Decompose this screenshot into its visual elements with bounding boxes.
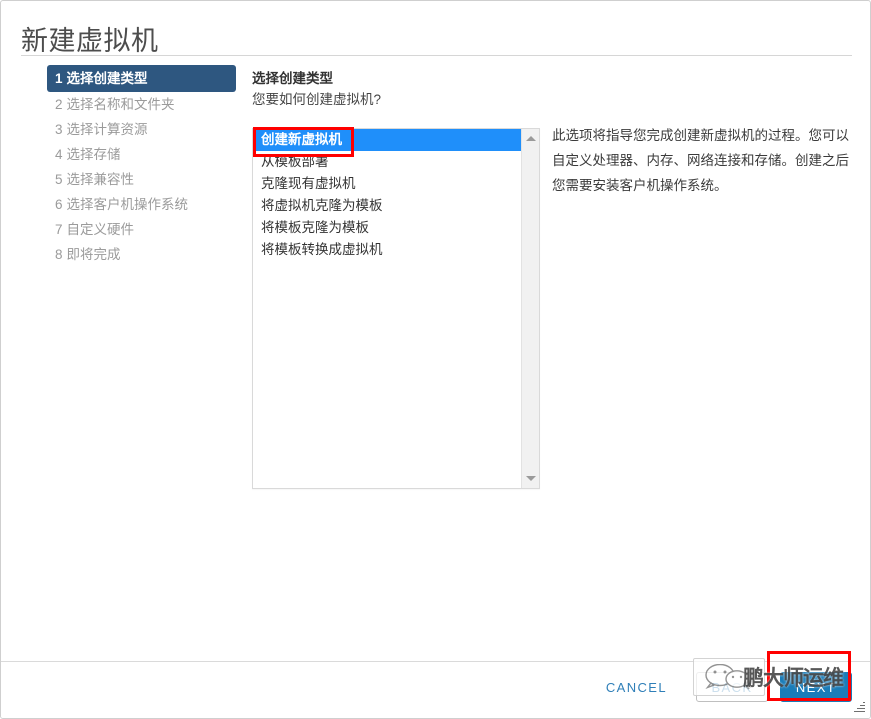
step-label: 选择客户机操作系统 <box>66 197 189 212</box>
step-label: 选择名称和文件夹 <box>66 97 175 112</box>
step-label: 自定义硬件 <box>66 222 135 237</box>
option-description: 此选项将指导您完成创建新虚拟机的过程。您可以自定义处理器、内存、网络连接和存储。… <box>552 128 849 193</box>
sidebar-item-step-1[interactable]: 1 选择创建类型 <box>47 65 236 92</box>
list-item-deploy-from-template[interactable]: 从模板部署 <box>253 151 521 173</box>
step-number: 1 <box>55 71 63 86</box>
list-item-clone-existing-vm[interactable]: 克隆现有虚拟机 <box>253 173 521 195</box>
step-number: 3 <box>55 122 63 137</box>
content-header: 选择创建类型 您要如何创建虚拟机? <box>252 69 381 110</box>
step-label: 选择存储 <box>66 147 121 162</box>
list-item-clone-template-to-template[interactable]: 将模板克隆为模板 <box>253 217 521 239</box>
list-item-clone-vm-to-template[interactable]: 将虚拟机克隆为模板 <box>253 195 521 217</box>
creation-type-listbox[interactable]: 创建新虚拟机 从模板部署 克隆现有虚拟机 将虚拟机克隆为模板 将模板克隆为模板 … <box>252 128 540 489</box>
sidebar-item-step-2[interactable]: 2 选择名称和文件夹 <box>47 92 236 117</box>
scroll-up-arrow-icon[interactable] <box>522 130 540 147</box>
title-divider <box>21 55 852 56</box>
resize-grip-icon[interactable] <box>853 701 865 713</box>
content-subheading: 您要如何创建虚拟机? <box>252 92 382 107</box>
back-button[interactable]: BACK <box>696 672 768 702</box>
step-label: 选择计算资源 <box>66 122 148 137</box>
sidebar-item-step-7[interactable]: 7 自定义硬件 <box>47 217 236 242</box>
list-item-create-new-vm[interactable]: 创建新虚拟机 <box>253 129 521 151</box>
step-number: 7 <box>55 222 63 237</box>
dialog-footer: CANCEL BACK NEXT <box>1 661 870 718</box>
sidebar-item-step-4[interactable]: 4 选择存储 <box>47 142 236 167</box>
step-label: 选择创建类型 <box>66 71 148 86</box>
cancel-button[interactable]: CANCEL <box>589 672 684 702</box>
sidebar-item-step-5[interactable]: 5 选择兼容性 <box>47 167 236 192</box>
list-item-convert-template-to-vm[interactable]: 将模板转换成虚拟机 <box>253 239 521 261</box>
sidebar-item-step-3[interactable]: 3 选择计算资源 <box>47 117 236 142</box>
step-number: 6 <box>55 197 63 212</box>
listbox-scrollbar[interactable] <box>521 129 539 488</box>
step-number: 8 <box>55 247 63 262</box>
next-button[interactable]: NEXT <box>780 672 852 702</box>
wizard-step-list: 1 选择创建类型 2 选择名称和文件夹 3 选择计算资源 4 选择存储 5 选择兼容性 6… <box>47 65 236 267</box>
creation-type-option-list: 创建新虚拟机 从模板部署 克隆现有虚拟机 将虚拟机克隆为模板 将模板克隆为模板 … <box>253 129 521 488</box>
sidebar-item-step-6[interactable]: 6 选择客户机操作系统 <box>47 192 236 217</box>
step-number: 5 <box>55 172 63 187</box>
page-title: 新建虚拟机 <box>21 26 159 56</box>
content-heading: 选择创建类型 <box>252 71 333 86</box>
step-label: 即将完成 <box>66 247 121 262</box>
scroll-down-arrow-icon[interactable] <box>522 470 540 487</box>
step-number: 2 <box>55 97 63 112</box>
new-virtual-machine-dialog: 新建虚拟机 1 选择创建类型 2 选择名称和文件夹 3 选择计算资源 4 选择存储 5选… <box>0 0 871 719</box>
sidebar-item-step-8[interactable]: 8 即将完成 <box>47 242 236 267</box>
step-number: 4 <box>55 147 63 162</box>
step-label: 选择兼容性 <box>66 172 135 187</box>
